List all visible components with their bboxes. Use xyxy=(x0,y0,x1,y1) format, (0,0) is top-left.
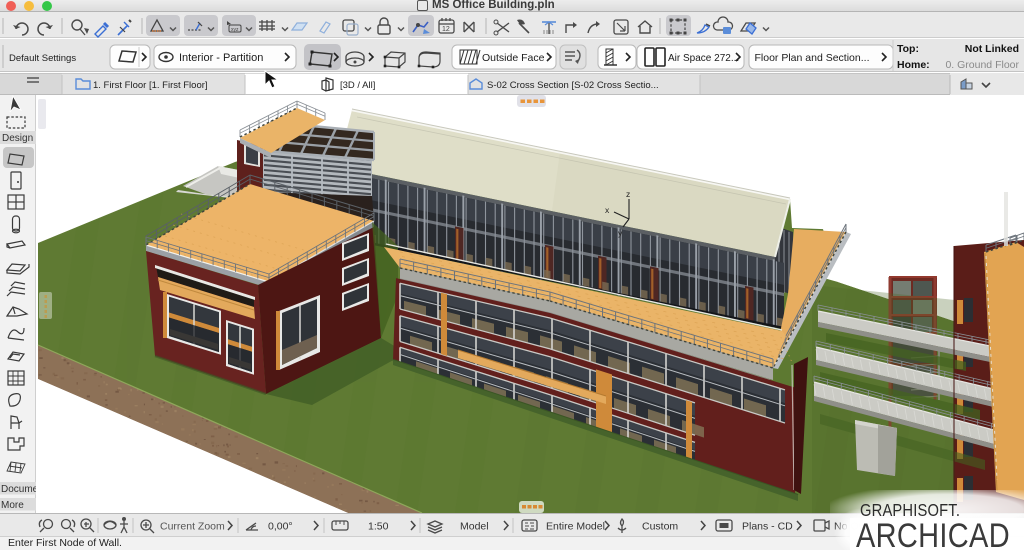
svg-text:Entire Model: Entire Model xyxy=(546,521,605,533)
svg-text:ARCHICAD: ARCHICAD xyxy=(856,516,1010,550)
svg-text:Top:: Top: xyxy=(897,43,919,55)
svg-text:[3D / All]: [3D / All] xyxy=(340,80,375,91)
svg-text:Current Zoom: Current Zoom xyxy=(160,521,225,533)
svg-text:S-02 Cross Section [S-02 Cross: S-02 Cross Section [S-02 Cross Sectio... xyxy=(487,80,659,91)
svg-text:Default Settings: Default Settings xyxy=(9,53,76,64)
svg-text:0. Ground Floor: 0. Ground Floor xyxy=(945,59,1019,71)
svg-text:Custom: Custom xyxy=(642,521,678,533)
svg-text:z: z xyxy=(626,189,630,199)
svg-text:Design: Design xyxy=(2,133,33,144)
svg-text:Outside Face: Outside Face xyxy=(482,52,545,64)
svg-text:Interior - Partition: Interior - Partition xyxy=(179,52,263,64)
svg-text:Floor Plan and Section...: Floor Plan and Section... xyxy=(755,52,870,64)
svg-text:1. First Floor [1. First Floor: 1. First Floor [1. First Floor] xyxy=(93,80,208,91)
svg-text:More: More xyxy=(1,500,24,511)
svg-text:Plans - CD: Plans - CD xyxy=(742,521,793,533)
svg-text:Model: Model xyxy=(460,521,489,533)
svg-text:Not Linked: Not Linked xyxy=(965,43,1019,55)
svg-text:Home:: Home: xyxy=(897,59,930,71)
svg-text:0,00°: 0,00° xyxy=(268,521,293,533)
svg-text:Air Space 272...: Air Space 272... xyxy=(668,53,739,64)
svg-text:Docume: Docume xyxy=(1,484,36,495)
svg-text:12: 12 xyxy=(442,26,450,33)
svg-text:1:50: 1:50 xyxy=(368,521,389,533)
svg-text:xyz: xyz xyxy=(231,27,239,33)
